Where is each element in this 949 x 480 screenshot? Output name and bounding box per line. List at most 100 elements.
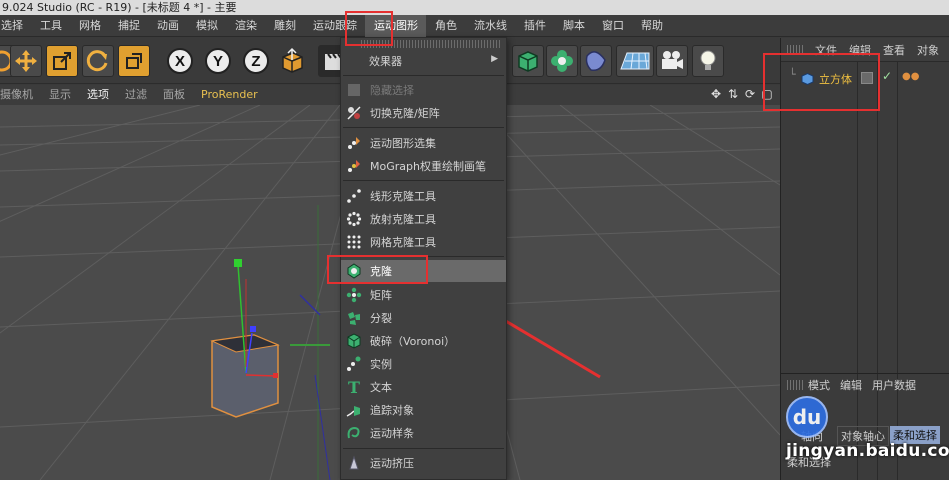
mograph-selection-icon [344, 133, 364, 153]
weight-paint-brush-icon [344, 156, 364, 176]
tracer-icon [344, 400, 364, 420]
menu-item-label: 运动样条 [370, 427, 414, 440]
cube-object-button[interactable] [512, 45, 544, 77]
objects-tab-object[interactable]: 对象 [911, 42, 945, 58]
menu-item-label: 效果器 [369, 55, 402, 68]
viewport-menu-panel[interactable]: 面板 [155, 85, 193, 105]
grid-clone-icon [344, 232, 364, 252]
menu-separator [343, 127, 504, 128]
menu-item-text[interactable]: T 文本 [341, 376, 506, 398]
rotate-tool-button[interactable] [82, 45, 114, 77]
objects-column-divider [897, 62, 898, 480]
axis-x-label: X [167, 48, 193, 74]
attr-tab-edit[interactable]: 编辑 [835, 377, 867, 393]
move-arrows-icon [15, 50, 37, 72]
attr-tab-mode[interactable]: 模式 [803, 377, 835, 393]
viewport-menu-display[interactable]: 显示 [41, 85, 79, 105]
pan-icon[interactable]: ✥ [709, 87, 723, 101]
light-bulb-icon [700, 50, 716, 70]
menu-select[interactable]: 选择 [0, 15, 31, 37]
camera-object-button[interactable] [656, 45, 688, 77]
attr-tab-userdata[interactable]: 用户数据 [867, 377, 921, 393]
menu-item-effector[interactable]: 效果器 ▶ [341, 50, 506, 72]
menu-item-radial-clone-tool[interactable]: 放射克隆工具 [341, 208, 506, 230]
menu-item-label: 运动挤压 [370, 457, 414, 470]
coordinate-cube-icon [282, 47, 303, 73]
objects-column-divider [857, 62, 858, 480]
axis-y-lock-button[interactable]: Y [202, 45, 234, 77]
menu-window[interactable]: 窗口 [593, 15, 632, 37]
viewport-menu-filter[interactable]: 过滤 [117, 85, 155, 105]
menu-item-instance[interactable]: 实例 [341, 353, 506, 375]
menu-item-label: 放射克隆工具 [370, 213, 436, 226]
fracture-icon [344, 308, 364, 328]
menu-pipeline[interactable]: 流水线 [465, 15, 515, 37]
axis-z-label: Z [243, 48, 269, 74]
menu-item-label: 破碎（Voronoi） [370, 335, 456, 348]
viewport-menu-prorender[interactable]: ProRender [193, 85, 266, 105]
menu-item-fracture[interactable]: 分裂 [341, 307, 506, 329]
scale-tool-button[interactable] [46, 45, 78, 77]
menu-item-label: 切换克隆/矩阵 [370, 107, 440, 120]
extrude-icon [344, 453, 364, 473]
menu-item-linear-clone-tool[interactable]: 线形克隆工具 [341, 185, 506, 207]
menu-render[interactable]: 渲染 [226, 15, 265, 37]
menu-item-label: 分裂 [370, 312, 392, 325]
rotate-icon [86, 50, 108, 72]
menu-item-label: 实例 [370, 358, 392, 371]
deformer-button[interactable] [580, 45, 612, 77]
menu-item-mograph-weight-paint[interactable]: MoGraph权重绘制画笔 [341, 155, 506, 177]
checkmark-icon[interactable]: ✓ [882, 69, 892, 83]
annotation-box-cloner [327, 255, 428, 284]
axis-y-label: Y [205, 48, 231, 74]
menu-help[interactable]: 帮助 [632, 15, 671, 37]
menu-item-mograph-selection[interactable]: 运动图形选集 [341, 132, 506, 154]
move-tool-button[interactable] [10, 45, 42, 77]
transform-tool-button[interactable] [118, 45, 150, 77]
viewport-menu-options[interactable]: 选项 [79, 85, 117, 105]
menu-animate[interactable]: 动画 [148, 15, 187, 37]
submenu-arrow-icon: ▶ [491, 54, 498, 64]
dolly-icon[interactable]: ⇅ [726, 87, 740, 101]
floor-object-button[interactable] [616, 45, 654, 77]
transform-box-icon [126, 53, 142, 69]
light-object-button[interactable] [692, 45, 724, 77]
menu-simulate[interactable]: 模拟 [187, 15, 226, 37]
radial-clone-icon [344, 209, 364, 229]
menu-item-extrude[interactable]: 运动挤压 [341, 452, 506, 474]
toggle-clone-icon [344, 103, 364, 123]
menu-item-label: MoGraph权重绘制画笔 [370, 160, 486, 173]
deformer-icon [585, 51, 606, 72]
menu-character[interactable]: 角色 [426, 15, 465, 37]
tag-dots-icon[interactable]: ●● [902, 71, 919, 82]
mospline-icon [344, 423, 364, 443]
menu-item-label: 线形克隆工具 [370, 190, 436, 203]
menu-item-label: 网格克隆工具 [370, 236, 436, 249]
menu-item-mospline[interactable]: 运动样条 [341, 422, 506, 444]
menu-item-toggle-clone[interactable]: 切换克隆/矩阵 [341, 102, 506, 124]
menu-item-label: 矩阵 [370, 289, 392, 302]
orbit-icon[interactable]: ⟳ [743, 87, 757, 101]
axis-z-lock-button[interactable]: Z [240, 45, 272, 77]
menu-mesh[interactable]: 网格 [70, 15, 109, 37]
menu-plugins[interactable]: 插件 [515, 15, 554, 37]
viewport-menu-cameras[interactable]: 摄像机 [0, 85, 41, 105]
hide-selection-icon [344, 80, 364, 100]
menu-item-matrix[interactable]: 矩阵 [341, 284, 506, 306]
menu-item-tracer[interactable]: 追踪对象 [341, 399, 506, 421]
menu-item-label: 追踪对象 [370, 404, 414, 417]
generator-button[interactable] [546, 45, 578, 77]
coordinate-system-button[interactable] [276, 45, 308, 77]
attributes-panel-tabs: 模式 编辑 用户数据 [781, 373, 949, 395]
axis-x-lock-button[interactable]: X [164, 45, 196, 77]
objects-tab-view[interactable]: 查看 [877, 42, 911, 58]
menu-item-voronoi-fracture[interactable]: 破碎（Voronoi） [341, 330, 506, 352]
menu-snap[interactable]: 捕捉 [109, 15, 148, 37]
panel-grip-icon[interactable] [787, 379, 803, 390]
menu-script[interactable]: 脚本 [554, 15, 593, 37]
menu-sculpt[interactable]: 雕刻 [265, 15, 304, 37]
menu-item-hide-selection[interactable]: 隐藏选择 [341, 79, 506, 101]
menu-separator [343, 75, 504, 76]
menu-item-grid-clone-tool[interactable]: 网格克隆工具 [341, 231, 506, 253]
menu-tools[interactable]: 工具 [31, 15, 70, 37]
